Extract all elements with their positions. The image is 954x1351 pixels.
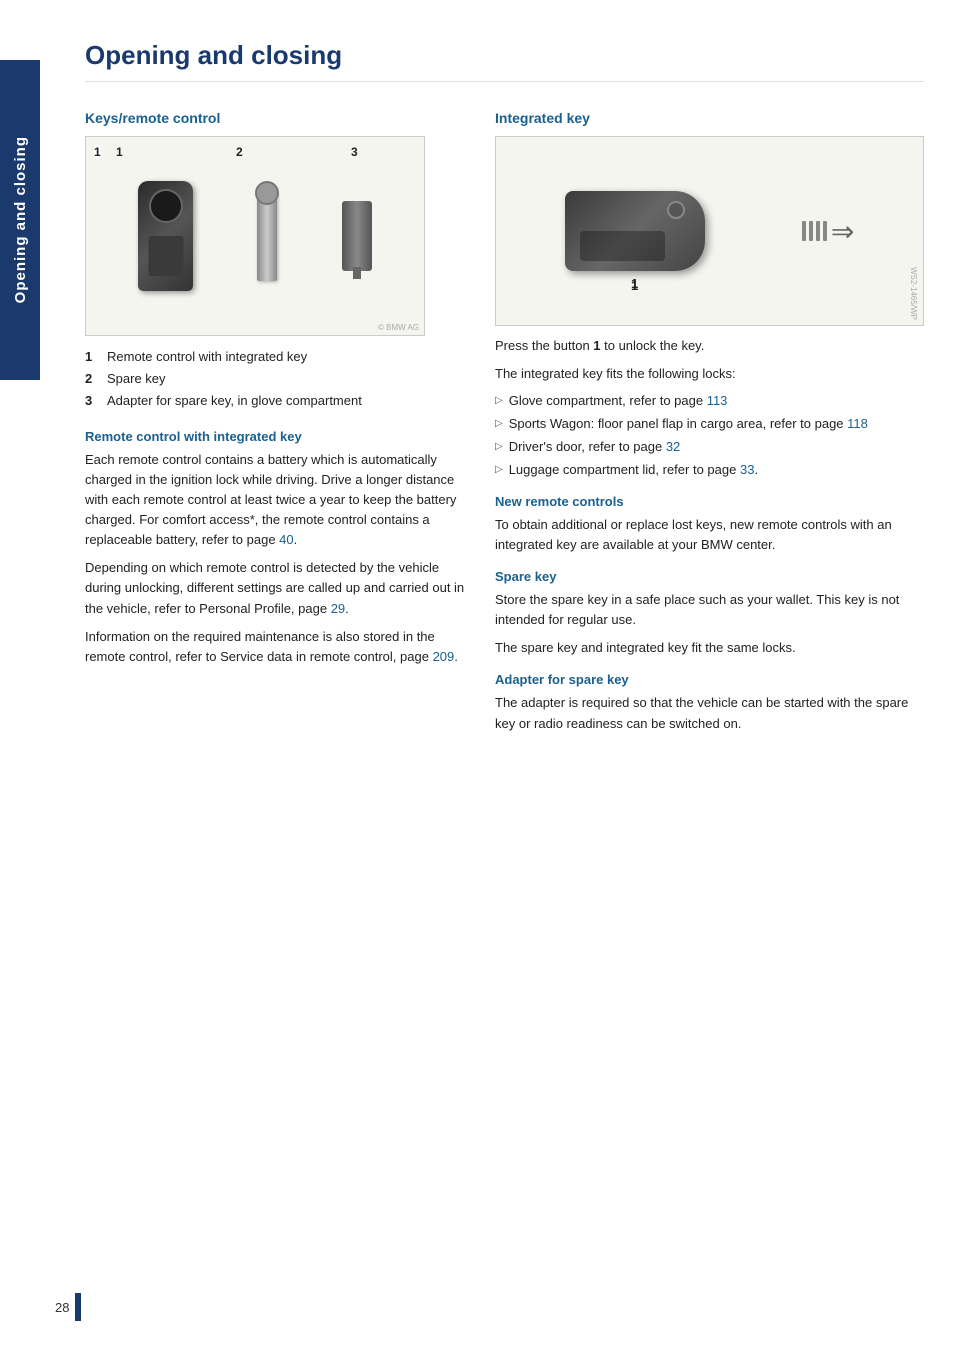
new-remote-heading: New remote controls (495, 494, 924, 509)
key-num-1: 1 (94, 145, 101, 159)
bullet-text-2: Sports Wagon: floor panel flap in cargo … (509, 415, 868, 434)
conn-line-3 (816, 221, 820, 241)
right-column: Integrated key 1 (495, 110, 924, 742)
key-item-1: 1 (138, 181, 193, 291)
connector-group: ⇒ (802, 215, 854, 248)
link-page-33[interactable]: 33 (740, 462, 754, 477)
keys-list: 1 Remote control with integrated key 2 S… (85, 348, 465, 411)
image-watermark: © BMW AG (378, 323, 419, 332)
left-column: Keys/remote control 1 (85, 110, 465, 742)
bullet-list: Glove compartment, refer to page 113 Spo… (495, 392, 924, 479)
spare-key-heading: Spare key (495, 569, 924, 584)
list-num-2: 2 (85, 370, 99, 388)
remote-control-heading: Remote control with integrated key (85, 429, 465, 444)
overlay-num-3: 3 (351, 145, 358, 159)
page-footer: 28 (55, 1293, 81, 1321)
bullet-item-3: Driver's door, refer to page 32 (495, 438, 924, 457)
link-page-209[interactable]: 209 (433, 649, 455, 664)
adapter-heading: Adapter for spare key (495, 672, 924, 687)
conn-line-2 (809, 221, 813, 241)
page-title: Opening and closing (85, 40, 924, 82)
overlay-num-1: 1 (116, 145, 123, 159)
spare-key-text-2: The spare key and integrated key fit the… (495, 638, 924, 658)
integrated-key-image: 1 ⇒ WS2-1465/WP (495, 136, 924, 326)
spare-key-text-1: Store the spare key in a safe place such… (495, 590, 924, 630)
conn-line-1 (802, 221, 806, 241)
bullet-item-2: Sports Wagon: floor panel flap in cargo … (495, 415, 924, 434)
bullet-item-1: Glove compartment, refer to page 113 (495, 392, 924, 411)
page-number: 28 (55, 1300, 69, 1315)
keys-image: 1 1 2 3 © BMW AG (85, 136, 425, 336)
bullet-item-4: Luggage compartment lid, refer to page 3… (495, 461, 924, 480)
key-body-detail (580, 231, 665, 261)
keys-remote-heading: Keys/remote control (85, 110, 465, 126)
list-text-3: Adapter for spare key, in glove compartm… (107, 392, 362, 410)
integrated-key-heading: Integrated key (495, 110, 924, 126)
para-2: Depending on which remote control is det… (85, 558, 465, 618)
fits-locks-text: The integrated key fits the following lo… (495, 364, 924, 384)
key-item-2 (257, 191, 277, 281)
link-page-118[interactable]: 118 (847, 416, 868, 431)
right-image-watermark: WS2-1465/WP (909, 267, 918, 320)
para-3: Information on the required maintenance … (85, 627, 465, 667)
list-num-1: 1 (85, 348, 99, 366)
page-bar-accent (75, 1293, 81, 1321)
adapter-text: The adapter is required so that the vehi… (495, 693, 924, 733)
key-item-3 (342, 201, 372, 271)
conn-line-4 (823, 221, 827, 241)
link-page-40[interactable]: 40 (279, 532, 293, 547)
bullet-text-3: Driver's door, refer to page 32 (509, 438, 681, 457)
sidebar-label-text: Opening and closing (12, 136, 29, 303)
bullet-text-4: Luggage compartment lid, refer to page 3… (509, 461, 758, 480)
list-item-3: 3 Adapter for spare key, in glove compar… (85, 392, 465, 410)
bullet-text-1: Glove compartment, refer to page 113 (509, 392, 728, 411)
remote-key-illustration (138, 181, 193, 291)
key-housing-container: 1 (565, 191, 705, 271)
list-item-1: 1 Remote control with integrated key (85, 348, 465, 366)
list-num-3: 3 (85, 392, 99, 410)
key-housing-shape (565, 191, 705, 271)
new-remote-text: To obtain additional or replace lost key… (495, 515, 924, 555)
adapter-key-illustration (342, 201, 372, 271)
link-page-32[interactable]: 32 (666, 439, 680, 454)
key-label-1: 1 (631, 278, 638, 293)
press-button-text: Press the button 1 to unlock the key. (495, 336, 924, 356)
spare-key-illustration (257, 191, 277, 281)
key-button (667, 201, 685, 219)
link-page-113[interactable]: 113 (707, 393, 728, 408)
connector-lines (802, 221, 827, 241)
overlay-num-2: 2 (236, 145, 243, 159)
list-text-1: Remote control with integrated key (107, 348, 307, 366)
sidebar-label: Opening and closing (0, 60, 40, 380)
link-page-29[interactable]: 29 (331, 601, 345, 616)
arrow-right-icon: ⇒ (831, 215, 854, 248)
list-text-2: Spare key (107, 370, 166, 388)
list-item-2: 2 Spare key (85, 370, 465, 388)
para-1: Each remote control contains a battery w… (85, 450, 465, 551)
